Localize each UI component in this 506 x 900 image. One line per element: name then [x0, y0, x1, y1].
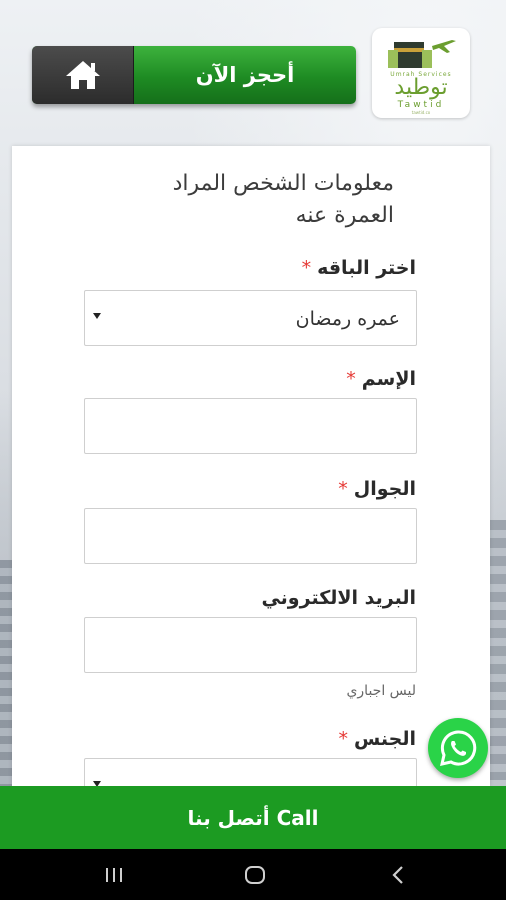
package-label: اختر الباقه*	[302, 257, 416, 279]
home-button[interactable]	[32, 46, 134, 104]
nav-home-button[interactable]	[225, 849, 285, 900]
form-title: معلومات الشخص المراد العمرة عنه	[74, 168, 394, 232]
email-label: البريد الالكتروني	[261, 587, 416, 609]
mobile-input[interactable]	[84, 508, 417, 564]
package-select[interactable]: عمره رمضان	[84, 290, 417, 346]
recent-apps-button[interactable]	[84, 849, 144, 900]
logo-english-name: Tawtid	[397, 100, 445, 110]
whatsapp-icon	[440, 730, 477, 766]
nav-home-icon	[245, 865, 265, 884]
email-input[interactable]	[84, 617, 417, 673]
book-now-button[interactable]: أحجز الآن	[32, 46, 356, 104]
mobile-label-text: الجوال	[353, 478, 416, 500]
back-button[interactable]	[368, 849, 428, 900]
gender-select[interactable]	[84, 758, 417, 786]
required-mark: *	[338, 728, 349, 750]
email-optional-hint: ليس اجباري	[346, 683, 416, 699]
recent-apps-icon	[106, 867, 122, 882]
dropdown-caret-icon	[93, 313, 101, 319]
home-icon	[65, 61, 100, 89]
logo-sub-tagline: tawtid.co	[411, 110, 431, 115]
gender-label-text: الجنس	[354, 728, 416, 750]
required-mark: *	[346, 368, 356, 390]
tawtid-logo: Umrah Services توطيد Tawtid tawtid.co	[372, 28, 470, 118]
android-navigation-bar	[0, 849, 506, 900]
call-us-button[interactable]: أتصل بنا Call	[0, 786, 506, 849]
back-icon	[392, 865, 403, 884]
book-now-label: أحجز الآن	[195, 63, 295, 87]
form-title-line2: العمرة عنه	[295, 203, 394, 228]
kaaba-plane-icon	[388, 40, 456, 68]
package-label-text: اختر الباقه	[317, 257, 416, 279]
background-building-right	[490, 520, 506, 780]
required-mark: *	[338, 478, 348, 500]
gender-label: الجنس*	[339, 728, 416, 750]
required-mark: *	[301, 257, 312, 279]
booking-form-card: معلومات الشخص المراد العمرة عنه اختر الب…	[12, 146, 490, 786]
name-input[interactable]	[84, 398, 417, 454]
app-header: أحجز الآن Umrah Services توطيد Tawtid ta…	[0, 0, 506, 130]
logo-arabic-name: توطيد	[394, 75, 448, 100]
name-label: الإسم*	[346, 368, 416, 390]
name-label-text: الإسم	[361, 368, 416, 390]
whatsapp-button[interactable]	[428, 718, 488, 778]
form-title-line1: معلومات الشخص المراد	[172, 171, 394, 196]
package-selected-value: عمره رمضان	[295, 308, 400, 330]
mobile-label: الجوال*	[338, 478, 416, 500]
